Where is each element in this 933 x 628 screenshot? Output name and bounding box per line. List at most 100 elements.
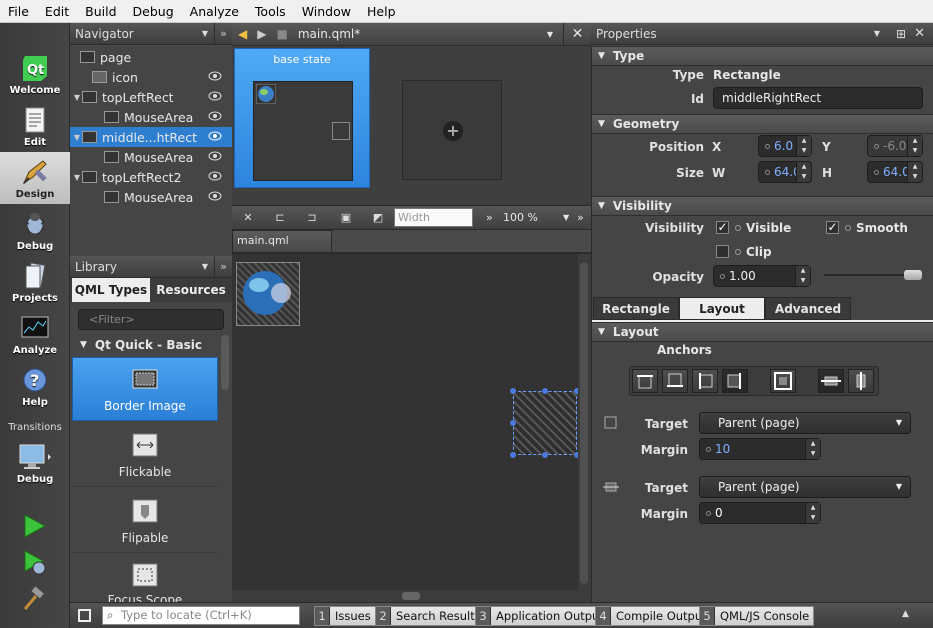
split-icon[interactable]: » (214, 255, 232, 278)
spin-arrows-icon[interactable]: ▲ ▼ (805, 503, 820, 523)
tab-rectangle[interactable]: Rectangle (593, 297, 679, 320)
target-selector[interactable]: Debug (0, 433, 70, 489)
opacity-spinbox[interactable]: 1.00 ▲ ▼ (713, 265, 811, 287)
close-icon[interactable]: ✕ (914, 26, 925, 41)
smooth-radio[interactable] (845, 225, 851, 231)
scroll-thumb[interactable] (402, 592, 420, 600)
spin-arrows-icon[interactable]: ▲ ▼ (907, 162, 922, 182)
document-title[interactable]: main.qml* (298, 27, 360, 41)
mode-analyze[interactable]: Analyze (0, 308, 70, 360)
library-filter-input[interactable]: <Filter> (78, 309, 224, 330)
resize-handle[interactable] (510, 388, 516, 394)
mode-design[interactable]: Design (0, 152, 70, 204)
anchor-right-button[interactable] (722, 369, 748, 393)
mode-edit[interactable]: Edit (0, 100, 70, 152)
menu-analyze[interactable]: Analyze (182, 0, 247, 23)
split-icon[interactable]: » (214, 22, 232, 45)
spin-arrows-icon[interactable]: ▲ ▼ (796, 136, 811, 156)
tab-qml-types[interactable]: QML Types (72, 278, 150, 302)
chevron-down-icon[interactable]: ▼ (874, 29, 880, 38)
menu-edit[interactable]: Edit (37, 0, 77, 23)
build-button[interactable] (22, 585, 48, 615)
zoom-level[interactable]: 100 % (503, 211, 538, 224)
anchor-bottom-button[interactable] (662, 369, 688, 393)
canvas-vscrollbar[interactable] (578, 254, 591, 590)
debug-run-button[interactable] (22, 549, 50, 580)
expand-icon[interactable]: ▼ (72, 93, 82, 102)
mode-projects[interactable]: Projects (0, 256, 70, 308)
y-spinbox[interactable]: -6.0 ▲ ▼ (867, 135, 923, 157)
x-spinbox[interactable]: 6.0 ▲ ▼ (758, 135, 812, 157)
output-tab-search-results[interactable]: 2 Search Results (375, 606, 486, 626)
close-document-icon[interactable]: ✕ (563, 22, 591, 46)
eye-icon[interactable] (208, 191, 222, 201)
library-item-flipable[interactable]: Flipable (72, 489, 218, 553)
library-item-border-image[interactable]: Border Image (72, 357, 218, 421)
expand-icon[interactable]: ▼ (72, 173, 82, 182)
geometry-section[interactable]: ▼ Geometry (592, 114, 933, 134)
layout-section[interactable]: ▼ Layout (592, 322, 933, 342)
library-section[interactable]: ▼ Qt Quick - Basic (72, 335, 222, 355)
anchor-vcenter-button[interactable] (818, 369, 844, 393)
clip-checkbox[interactable] (716, 245, 729, 258)
menu-build[interactable]: Build (77, 0, 124, 23)
mode-welcome[interactable]: Qt Welcome (0, 48, 70, 100)
middle-right-rect[interactable] (513, 391, 577, 455)
resize-handle[interactable] (542, 388, 548, 394)
anchor-top-button[interactable] (632, 369, 658, 393)
smooth-checkbox[interactable]: ✓ (826, 221, 839, 234)
eye-icon[interactable] (208, 171, 222, 181)
output-tab-qml-console[interactable]: 5 QML/JS Console (699, 606, 815, 626)
back-arrow-icon[interactable]: ◀ (238, 27, 247, 41)
library-item-flickable[interactable]: Flickable (72, 423, 218, 487)
tab-resources[interactable]: Resources (152, 278, 230, 302)
output-tab-application-output[interactable]: 3 Application Output (475, 606, 609, 626)
spin-arrows-icon[interactable]: ▲ ▼ (796, 162, 811, 182)
output-expand-icon[interactable]: ▲ (902, 609, 909, 619)
id-input[interactable]: middleRightRect (713, 87, 923, 109)
spin-arrows-icon[interactable]: ▲ ▼ (795, 266, 810, 286)
chevron-down-icon[interactable]: ▼ (202, 262, 208, 271)
visibility-section[interactable]: ▼ Visibility (592, 196, 933, 216)
margin-spinbox-2[interactable]: 0 ▲ ▼ (699, 502, 821, 524)
show-boundaries-icon[interactable]: ▣ (338, 210, 354, 226)
library-item-focus-scope[interactable]: Focus Scope (72, 555, 218, 602)
spin-arrows-icon[interactable]: ▲ ▼ (907, 136, 922, 156)
nav-item-mousearea[interactable]: MouseArea (70, 147, 232, 167)
zoom-dropdown-icon[interactable]: ▼ (563, 213, 569, 222)
target-combo-2[interactable]: Parent (page) ▼ (699, 476, 911, 498)
resize-handle[interactable] (510, 420, 516, 426)
output-tab-issues[interactable]: 1 Issues (314, 606, 376, 626)
bounding-box-icon[interactable]: ⊐ (304, 210, 320, 226)
type-section[interactable]: ▼ Type (592, 46, 933, 66)
menu-help[interactable]: Help (359, 0, 404, 23)
spin-arrows-icon[interactable]: ▲ ▼ (805, 439, 820, 459)
nav-item-topleftrect2[interactable]: ▼ topLeftRect2 (70, 167, 232, 187)
clip-radio[interactable] (735, 249, 741, 255)
nav-item-mousearea[interactable]: MouseArea (70, 107, 232, 127)
eye-icon[interactable] (208, 151, 222, 161)
resize-handle[interactable] (510, 452, 516, 458)
run-button[interactable] (22, 513, 48, 542)
design-canvas[interactable] (232, 254, 580, 590)
eye-icon[interactable] (208, 91, 222, 101)
menu-window[interactable]: Window (294, 0, 359, 23)
color-icon[interactable]: ◩ (370, 210, 386, 226)
eye-icon[interactable] (208, 131, 222, 141)
anchor-hcenter-button[interactable] (848, 369, 874, 393)
opacity-slider-handle[interactable] (904, 270, 922, 280)
nav-item-mousearea[interactable]: MouseArea (70, 187, 232, 207)
float-panel-icon[interactable]: ⊞ (896, 27, 906, 41)
nav-item-icon[interactable]: icon (70, 67, 232, 87)
add-state-button[interactable]: + (402, 80, 502, 180)
file-tab[interactable]: main.qml (232, 230, 332, 252)
scroll-thumb[interactable] (580, 262, 588, 584)
eye-icon[interactable] (208, 111, 222, 121)
anchor-icon[interactable]: ⊏ (272, 210, 288, 226)
menu-tools[interactable]: Tools (247, 0, 294, 23)
document-dropdown-icon[interactable]: ▼ (547, 30, 553, 39)
toggle-sidebar-icon[interactable] (78, 609, 91, 622)
width-input[interactable]: Width (394, 208, 473, 227)
forward-arrow-icon[interactable]: ▶ (257, 27, 266, 41)
nav-item-topleftrect[interactable]: ▼ topLeftRect (70, 87, 232, 107)
